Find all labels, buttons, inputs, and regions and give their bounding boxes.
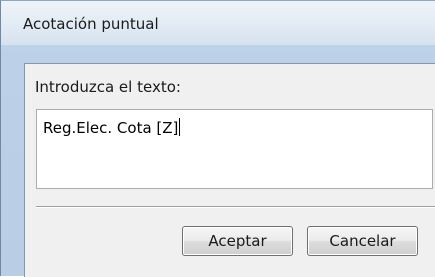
accept-button[interactable]: Aceptar xyxy=(182,226,293,256)
title-bar[interactable]: Acotación puntual xyxy=(1,1,435,45)
text-input[interactable]: Reg.Elec. Cota [Z] xyxy=(36,109,433,189)
dialog-title: Acotación puntual xyxy=(23,15,159,33)
text-input-content: Reg.Elec. Cota [Z] xyxy=(43,119,179,137)
text-prompt-label: Introduzca el texto: xyxy=(35,78,181,96)
dialog-window: Acotación puntual Introduzca el texto: R… xyxy=(0,0,435,277)
text-caret xyxy=(179,118,181,136)
text-input-value[interactable]: Reg.Elec. Cota [Z] xyxy=(43,118,181,137)
cancel-button[interactable]: Cancelar xyxy=(307,226,418,256)
dialog-content: Introduzca el texto: Reg.Elec. Cota [Z] … xyxy=(24,63,435,277)
separator-line xyxy=(36,206,435,208)
